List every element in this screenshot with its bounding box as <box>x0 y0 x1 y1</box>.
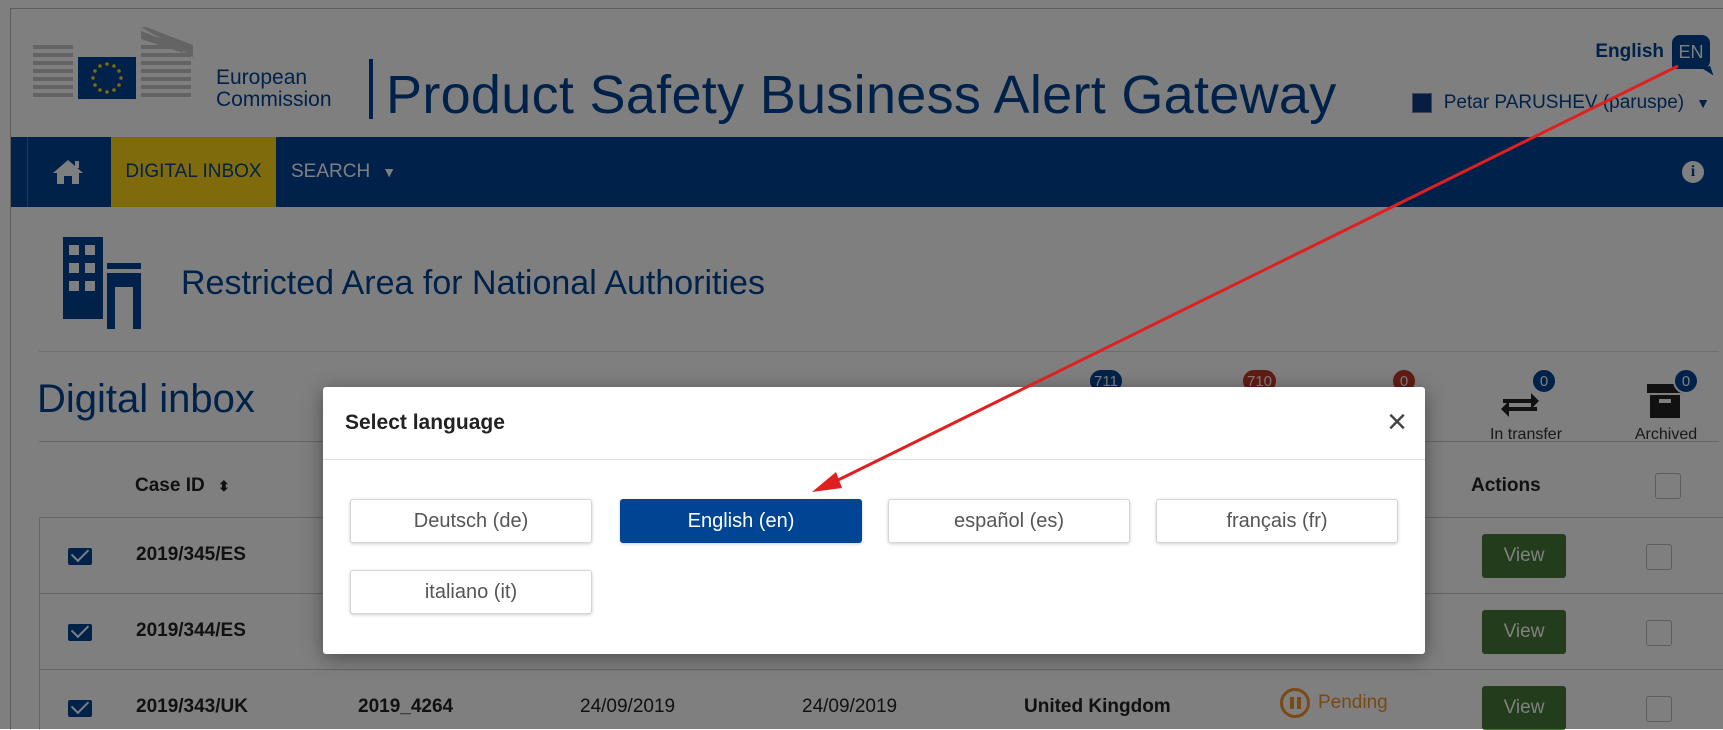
select-language-modal: Select language × Deutsch (de) English (… <box>323 387 1425 654</box>
language-option-it[interactable]: italiano (it) <box>350 570 592 614</box>
language-option-es[interactable]: español (es) <box>888 499 1130 543</box>
language-option-en[interactable]: English (en) <box>620 499 862 543</box>
modal-title: Select language <box>345 411 505 434</box>
language-option-de[interactable]: Deutsch (de) <box>350 499 592 543</box>
close-icon[interactable]: × <box>1387 405 1407 439</box>
language-option-fr[interactable]: français (fr) <box>1156 499 1398 543</box>
modal-header: Select language × <box>323 387 1425 460</box>
